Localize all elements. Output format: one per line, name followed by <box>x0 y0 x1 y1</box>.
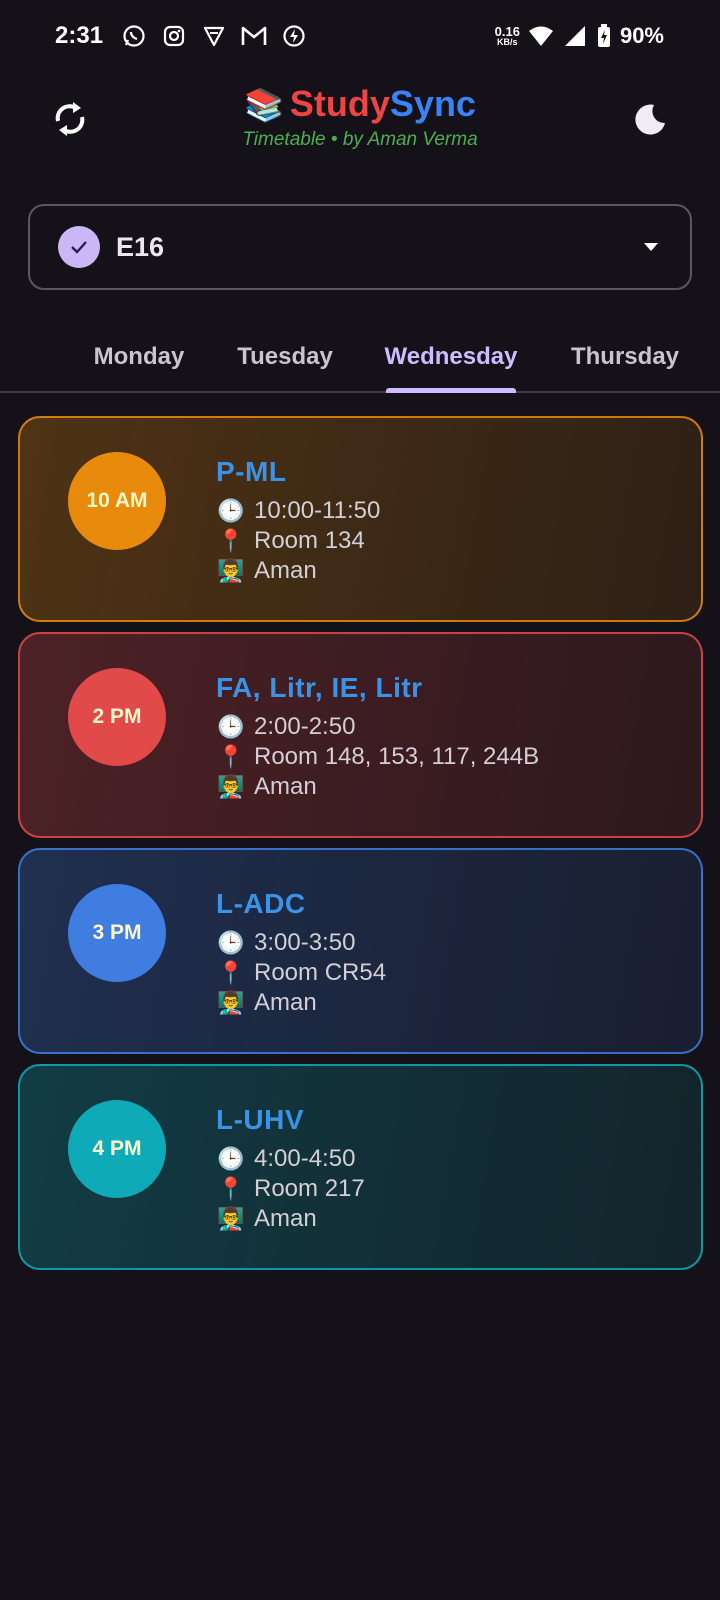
tab-indicator <box>386 388 516 393</box>
class-teacher: Aman <box>254 989 317 1016</box>
net-speed-unit: KB/s <box>497 37 518 47</box>
class-subject: L-ADC <box>216 888 306 919</box>
class-time: 4:00-4:50 <box>254 1145 356 1172</box>
status-left: 2:31 <box>55 22 307 50</box>
dropdown-arrow-icon <box>644 243 658 251</box>
class-card[interactable]: 10 AM P-ML 🕒 10:00-11:50 📍 Room 134 👨‍🏫 Ama… <box>18 416 703 622</box>
teacher-icon: 👨‍🏫 <box>217 990 245 1015</box>
class-room-row: 📍 Room 217 <box>216 1174 365 1204</box>
class-info: L-UHV 🕒 4:00-4:50 📍 Room 217 👨‍🏫 Aman <box>216 1104 365 1234</box>
time-badge: 3 PM <box>68 884 166 982</box>
vpn-icon <box>201 23 227 49</box>
class-time-row: 🕒 4:00-4:50 <box>216 1144 365 1174</box>
section-value: E16 <box>116 231 165 262</box>
clock-icon: 🕒 <box>217 714 245 739</box>
app-subtitle: Timetable • by Aman Verma <box>242 129 478 150</box>
app-title-sync: Sync <box>389 83 476 124</box>
battery-percent: 90% <box>619 23 664 48</box>
class-time: 10:00-11:50 <box>254 497 381 524</box>
tab-tuesday[interactable]: Tuesday <box>225 320 345 393</box>
class-time-row: 🕒 2:00-2:50 <box>216 712 539 742</box>
clock-icon: 🕒 <box>217 930 245 955</box>
class-time-row: 🕒 10:00-11:50 <box>216 496 380 526</box>
pin-icon: 📍 <box>217 744 245 769</box>
brand: 📚 StudySync Timetable • by Aman Verma <box>0 80 720 151</box>
class-room-row: 📍 Room 134 <box>216 526 380 556</box>
class-info: FA, Litr, IE, Litr 🕒 2:00-2:50 📍 Room 148,… <box>216 672 539 802</box>
class-subject: FA, Litr, IE, Litr <box>216 672 423 703</box>
class-teacher-row: 👨‍🏫 Aman <box>216 772 539 802</box>
time-badge: 2 PM <box>68 668 166 766</box>
teacher-icon: 👨‍🏫 <box>217 558 245 583</box>
class-info: P-ML 🕒 10:00-11:50 📍 Room 134 👨‍🏫 Aman <box>216 456 380 586</box>
moon-icon <box>635 104 665 135</box>
theme-toggle-button[interactable] <box>620 89 680 149</box>
teacher-icon: 👨‍🏫 <box>217 774 245 799</box>
teacher-icon: 👨‍🏫 <box>217 1206 245 1231</box>
class-time-row: 🕒 3:00-3:50 <box>216 928 386 958</box>
class-time: 3:00-3:50 <box>254 929 356 956</box>
class-room-row: 📍 Room 148, 153, 117, 244B <box>216 742 539 772</box>
class-card[interactable]: 4 PM L-UHV 🕒 4:00-4:50 📍 Room 217 👨‍🏫 Aman <box>18 1064 703 1270</box>
section-dropdown[interactable]: E16 <box>28 204 692 290</box>
pin-icon: 📍 <box>217 1176 245 1201</box>
class-teacher-row: 👨‍🏫 Aman <box>216 1204 365 1234</box>
time-badge: 4 PM <box>68 1100 166 1198</box>
time-badge: 10 AM <box>68 452 166 550</box>
class-room-row: 📍 Room CR54 <box>216 958 386 988</box>
gmail-icon <box>241 23 267 49</box>
tab-wednesday[interactable]: Wednesday <box>376 320 526 393</box>
class-room: Room 134 <box>254 527 365 554</box>
class-subject: L-UHV <box>216 1104 305 1135</box>
bolt-icon <box>281 23 307 49</box>
net-speed: 0.16 KB/s <box>495 25 520 47</box>
instagram-icon <box>161 23 187 49</box>
class-teacher: Aman <box>254 773 317 800</box>
day-tabs: Monday Tuesday Wednesday Thursday <box>0 320 720 393</box>
class-card[interactable]: 3 PM L-ADC 🕒 3:00-3:50 📍 Room CR54 👨‍🏫 Aman <box>18 848 703 1054</box>
status-right: 0.16 KB/s 90% <box>495 23 664 49</box>
class-info: L-ADC 🕒 3:00-3:50 📍 Room CR54 👨‍🏫 Aman <box>216 888 386 1018</box>
books-icon: 📚 <box>244 87 284 123</box>
status-bar: 2:31 0.16 KB/s 90% <box>0 0 720 72</box>
wifi-icon <box>528 23 554 49</box>
tab-monday[interactable]: Monday <box>84 320 194 393</box>
class-card[interactable]: 2 PM FA, Litr, IE, Litr 🕒 2:00-2:50 📍 Room… <box>18 632 703 838</box>
app-title-study: Study <box>289 83 390 124</box>
clock-icon: 🕒 <box>217 1146 245 1171</box>
battery-icon <box>596 23 612 49</box>
class-room: Room CR54 <box>254 959 387 986</box>
whatsapp-icon <box>121 23 147 49</box>
class-subject: P-ML <box>216 456 287 487</box>
app-title: 📚 StudySync <box>0 80 720 129</box>
class-room: Room 217 <box>254 1175 365 1202</box>
pin-icon: 📍 <box>217 960 245 985</box>
signal-icon <box>562 23 588 49</box>
class-teacher-row: 👨‍🏫 Aman <box>216 556 380 586</box>
app-header: 📚 StudySync Timetable • by Aman Verma <box>0 72 720 172</box>
pin-icon: 📍 <box>217 528 245 553</box>
class-teacher-row: 👨‍🏫 Aman <box>216 988 386 1018</box>
check-icon <box>58 226 100 268</box>
tab-thursday[interactable]: Thursday <box>560 320 690 393</box>
class-list: 10 AM P-ML 🕒 10:00-11:50 📍 Room 134 👨‍🏫 Ama… <box>18 416 703 1280</box>
clock-icon: 🕒 <box>217 498 245 523</box>
class-room: Room 148, 153, 117, 244B <box>254 743 540 770</box>
class-time: 2:00-2:50 <box>254 713 356 740</box>
status-time: 2:31 <box>55 22 104 49</box>
class-teacher: Aman <box>254 557 317 584</box>
class-teacher: Aman <box>254 1205 317 1232</box>
